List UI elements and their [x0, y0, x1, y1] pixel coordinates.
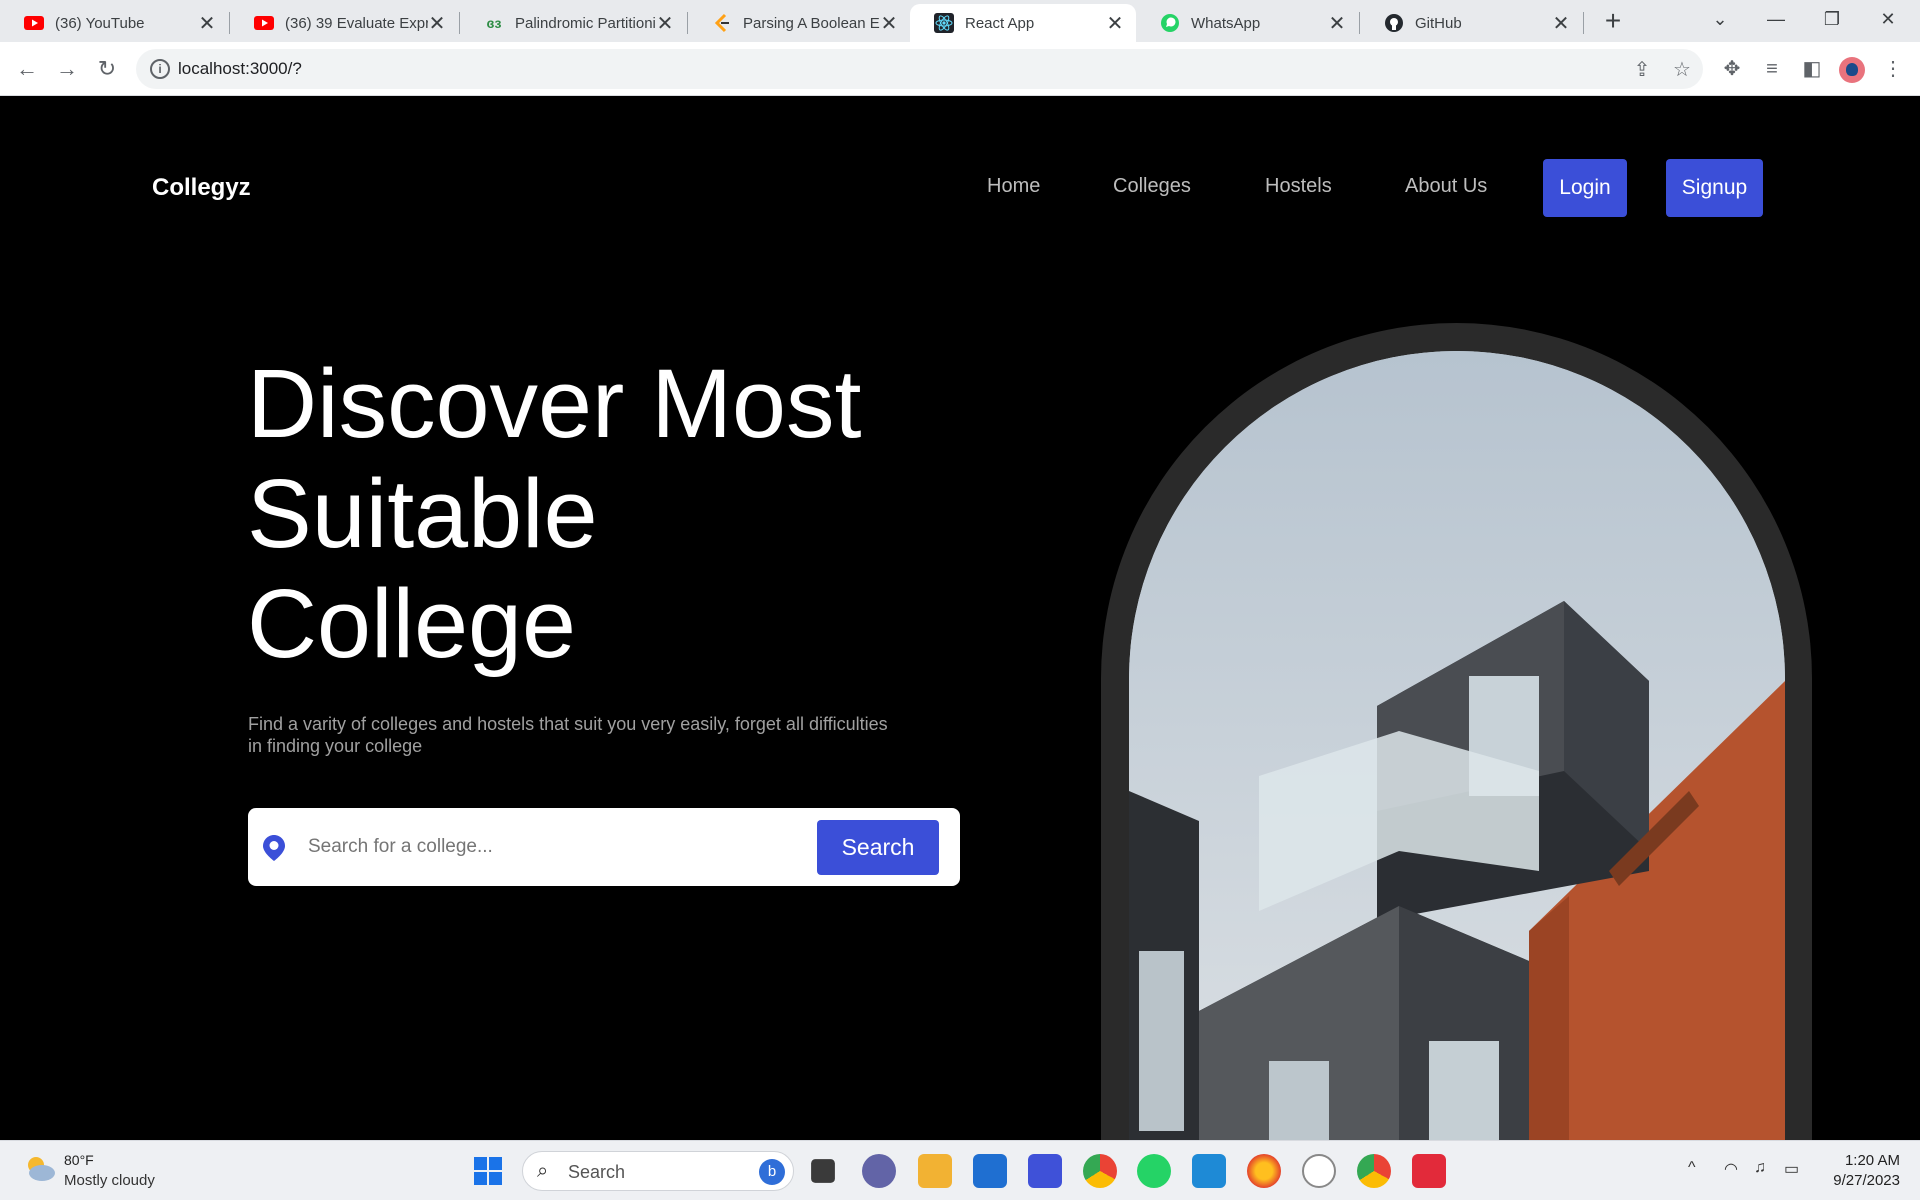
- tab-youtube-2[interactable]: (36) 39 Evaluate Expre ✕: [230, 4, 458, 42]
- hero-title: Discover Most Suitable College: [247, 349, 947, 679]
- tab-title: (36) YouTube: [55, 14, 145, 32]
- chrome-canary-icon[interactable]: [1357, 1154, 1391, 1188]
- task-view-icon[interactable]: [811, 1159, 835, 1183]
- location-pin-icon: [262, 834, 286, 867]
- tab-title: Palindromic Partitionin: [515, 14, 656, 32]
- close-icon[interactable]: ✕: [1106, 11, 1124, 36]
- tab-leetcode[interactable]: Parsing A Boolean Exp ✕: [688, 4, 910, 42]
- geeksforgeeks-icon: ɞɜ: [486, 15, 502, 31]
- tab-title: Parsing A Boolean Exp: [743, 14, 880, 32]
- close-icon[interactable]: ✕: [1328, 11, 1346, 36]
- site-logo[interactable]: Collegyz: [152, 174, 251, 202]
- nav-about-us[interactable]: About Us: [1405, 175, 1487, 198]
- search-button[interactable]: Search: [817, 820, 939, 875]
- volume-icon[interactable]: ♫: [1754, 1159, 1766, 1177]
- hero-title-line-2: Suitable: [247, 459, 598, 568]
- file-explorer-icon[interactable]: [918, 1154, 952, 1188]
- close-icon[interactable]: ✕: [428, 11, 446, 36]
- tab-title: WhatsApp: [1191, 14, 1261, 32]
- power-automate-icon[interactable]: [1028, 1154, 1062, 1188]
- close-window-icon[interactable]: ✕: [1860, 0, 1916, 42]
- tab-title: (36) 39 Evaluate Expre: [285, 14, 428, 32]
- extensions-puzzle-icon[interactable]: ✥: [1719, 56, 1745, 82]
- whatsapp-icon: [1160, 13, 1180, 33]
- tab-title: React App: [965, 14, 1035, 32]
- tab-geeksforgeeks[interactable]: ɞɜ Palindromic Partitionin ✕: [460, 4, 686, 42]
- site-info-icon[interactable]: i: [150, 59, 170, 79]
- taskbar-search-box[interactable]: ⌕ Search b: [522, 1151, 794, 1191]
- nav-home[interactable]: Home: [987, 175, 1040, 198]
- page-content: Collegyz Home Colleges Hostels About Us …: [0, 96, 1920, 1140]
- tab-search-chevron-icon[interactable]: ⌄: [1692, 0, 1748, 42]
- tab-github[interactable]: GitHub ✕: [1360, 4, 1582, 42]
- forward-arrow-icon[interactable]: →: [52, 54, 82, 84]
- minimize-icon[interactable]: —: [1748, 0, 1804, 42]
- nav-hostels[interactable]: Hostels: [1265, 175, 1332, 198]
- close-icon[interactable]: ✕: [880, 11, 898, 36]
- github-icon: [1384, 13, 1404, 33]
- browser-tab-strip: (36) YouTube ✕ (36) 39 Evaluate Expre ✕ …: [0, 0, 1920, 42]
- side-panel-icon[interactable]: ◧: [1799, 56, 1825, 82]
- reload-icon[interactable]: ↻: [92, 54, 122, 84]
- close-icon[interactable]: ✕: [656, 11, 674, 36]
- address-bar[interactable]: i localhost:3000/? ⇪ ☆: [136, 49, 1703, 89]
- share-icon[interactable]: ⇪: [1631, 59, 1653, 81]
- new-tab-plus-icon[interactable]: +: [1598, 6, 1628, 36]
- taskbar-search-label: Search: [568, 1162, 626, 1182]
- media-queue-icon[interactable]: ≡: [1759, 56, 1785, 82]
- tab-divider: [1583, 12, 1584, 34]
- system-clock[interactable]: 1:20 AM 9/27/2023: [1833, 1151, 1900, 1191]
- hero-building-image: [1129, 351, 1785, 1140]
- weather-cloudy-icon[interactable]: [22, 1153, 56, 1188]
- hero-subtitle: Find a varity of colleges and hostels th…: [248, 714, 888, 756]
- leetcode-icon: [712, 13, 732, 33]
- microsoft-store-icon[interactable]: [973, 1154, 1007, 1188]
- close-icon[interactable]: ✕: [198, 11, 216, 36]
- windows-start-icon[interactable]: [471, 1154, 505, 1188]
- tab-react-app[interactable]: React App ✕: [910, 4, 1136, 42]
- weather-description[interactable]: Mostly cloudy: [64, 1172, 155, 1189]
- college-search-input[interactable]: [308, 828, 848, 866]
- tab-youtube[interactable]: (36) YouTube ✕: [0, 4, 228, 42]
- react-icon: [934, 13, 954, 33]
- firefox-icon[interactable]: [1247, 1154, 1281, 1188]
- signup-button[interactable]: Signup: [1666, 159, 1763, 217]
- profile-avatar[interactable]: [1839, 57, 1865, 83]
- restore-icon[interactable]: ❐: [1804, 0, 1860, 42]
- bing-icon[interactable]: b: [759, 1159, 785, 1185]
- youtube-icon: [24, 13, 44, 33]
- college-search-bar: Search: [248, 808, 960, 886]
- tab-title: GitHub: [1415, 14, 1462, 32]
- login-button[interactable]: Login: [1543, 159, 1627, 217]
- hero-title-line-3: College: [247, 569, 576, 678]
- clock-time: 1:20 AM: [1844, 1152, 1900, 1169]
- url-text[interactable]: localhost:3000/?: [178, 59, 302, 79]
- youtube-icon: [254, 13, 274, 33]
- back-arrow-icon[interactable]: ←: [12, 54, 42, 84]
- snipping-tool-icon[interactable]: [1412, 1154, 1446, 1188]
- nav-colleges[interactable]: Colleges: [1113, 175, 1191, 198]
- menu-kebab-icon[interactable]: ⋮: [1880, 56, 1906, 82]
- tab-whatsapp[interactable]: WhatsApp ✕: [1136, 4, 1358, 42]
- browser-toolbar: ← → ↻ i localhost:3000/? ⇪ ☆ ✥ ≡ ◧ ⋮: [0, 42, 1920, 96]
- bookmark-star-icon[interactable]: ☆: [1671, 59, 1693, 81]
- chrome-icon[interactable]: [1083, 1154, 1117, 1188]
- search-icon: ⌕: [537, 1160, 549, 1182]
- teams-chat-icon[interactable]: [862, 1154, 896, 1188]
- app-toggle-icon[interactable]: [1302, 1154, 1336, 1188]
- weather-temperature[interactable]: 80°F: [64, 1152, 94, 1168]
- wifi-icon[interactable]: ◠: [1724, 1159, 1738, 1179]
- vscode-icon[interactable]: [1192, 1154, 1226, 1188]
- battery-icon[interactable]: ▭: [1784, 1159, 1799, 1179]
- windows-taskbar: 80°F Mostly cloudy ⌕ Search b ^ ◠ ♫ ▭ 1:…: [0, 1140, 1920, 1200]
- whatsapp-app-icon[interactable]: [1137, 1154, 1171, 1188]
- clock-date: 9/27/2023: [1833, 1172, 1900, 1189]
- close-icon[interactable]: ✕: [1552, 11, 1570, 36]
- hero-title-line-1: Discover Most: [247, 349, 862, 458]
- chevron-up-icon[interactable]: ^: [1688, 1159, 1696, 1177]
